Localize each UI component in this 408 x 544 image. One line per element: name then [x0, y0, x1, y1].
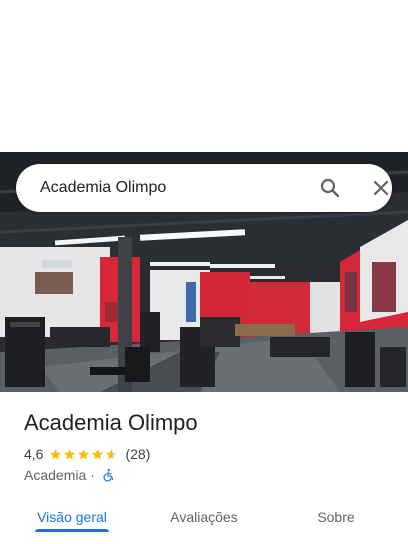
star-icon — [92, 448, 104, 459]
place-title: Academia Olimpo — [24, 410, 198, 435]
tab-bar: Visão geral Avaliações Sobre — [0, 496, 408, 544]
reviews-count[interactable]: (28) — [125, 446, 150, 462]
active-tab-indicator — [35, 529, 109, 532]
star-icon — [50, 448, 62, 459]
meta-separator: · — [90, 467, 95, 483]
star-icon — [64, 448, 76, 459]
star-half-icon — [106, 448, 118, 459]
close-icon[interactable] — [369, 176, 393, 200]
place-category: Academia — [24, 467, 87, 483]
tab-about[interactable]: Sobre — [296, 496, 376, 538]
star-icon — [78, 448, 90, 459]
search-bar[interactable]: Academia Olimpo — [16, 164, 392, 212]
meta-row: Academia · — [24, 465, 115, 485]
map-blank-area — [0, 0, 408, 152]
rating-row[interactable]: 4,6 (28) — [24, 444, 150, 464]
rating-value: 4,6 — [24, 446, 44, 462]
search-input[interactable]: Academia Olimpo — [40, 178, 166, 198]
rating-stars — [49, 448, 119, 461]
place-details-panel: Academia Olimpo 4,6 (28) Academia · Visã… — [0, 392, 408, 544]
wheelchair-icon — [103, 468, 114, 482]
search-icon[interactable] — [318, 176, 342, 200]
tab-reviews[interactable]: Avaliações — [152, 496, 256, 538]
